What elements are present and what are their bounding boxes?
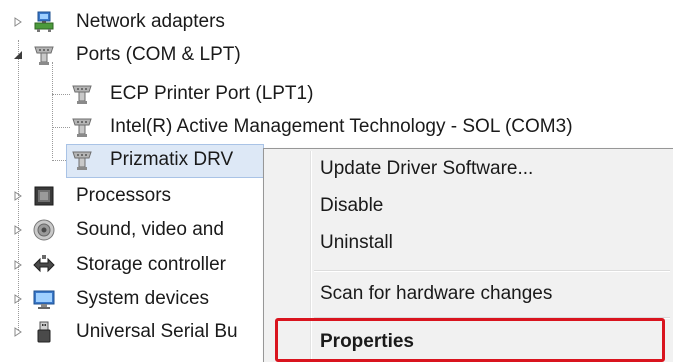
menu-item-scan-for-hardware-changes[interactable]: Scan for hardware changes: [266, 275, 672, 313]
tree-item-usb-controllers[interactable]: Universal Serial Bu: [0, 316, 263, 348]
network-adapter-icon: [32, 10, 56, 34]
expand-arrow-icon[interactable]: [12, 325, 24, 339]
sound-icon: [32, 218, 56, 242]
port-icon: [70, 148, 94, 172]
expand-arrow-icon[interactable]: [12, 189, 24, 203]
tree-item-ports[interactable]: Ports (COM & LPT): [0, 39, 300, 71]
tree-item-system-devices[interactable]: System devices: [0, 283, 263, 315]
tree-item-label: Prizmatix DRV: [110, 149, 234, 170]
tree-item-label: Ports (COM & LPT): [76, 44, 241, 65]
tree-item-label: Intel(R) Active Management Technology - …: [110, 116, 573, 137]
menu-item-update-driver-software[interactable]: Update Driver Software...: [266, 150, 672, 188]
menu-item-label: Update Driver Software...: [320, 158, 534, 179]
menu-item-label: Disable: [320, 195, 384, 216]
tree-item-processors[interactable]: Processors: [0, 180, 263, 212]
menu-item-uninstall[interactable]: Uninstall: [266, 224, 672, 262]
tree-connector-line: [52, 62, 53, 158]
system-devices-icon: [32, 287, 56, 311]
tree-item-label: Storage controller: [76, 254, 226, 275]
tree-item-label: Sound, video and: [76, 219, 224, 240]
storage-controller-icon: [32, 253, 56, 277]
usb-icon: [32, 320, 56, 344]
expand-arrow-icon[interactable]: [12, 15, 24, 29]
tree-item-label: Network adapters: [76, 11, 225, 32]
menu-item-disable[interactable]: Disable: [266, 187, 672, 225]
expand-arrow-icon[interactable]: [12, 292, 24, 306]
port-icon: [70, 82, 94, 106]
tree-item-network-adapters[interactable]: Network adapters: [0, 6, 300, 38]
collapse-arrow-icon[interactable]: [12, 48, 24, 62]
properties-highlight-outline: [275, 318, 665, 362]
tree-item-storage-controllers[interactable]: Storage controller: [0, 249, 263, 281]
menu-item-label: Scan for hardware changes: [320, 283, 553, 304]
tree-item-label: System devices: [76, 288, 210, 309]
expand-arrow-icon[interactable]: [12, 258, 24, 272]
expand-arrow-icon[interactable]: [12, 223, 24, 237]
device-manager-view: Network adapters Ports (COM & LPT) ECP P…: [0, 0, 673, 362]
menu-separator: [314, 270, 670, 272]
tree-item-label: Universal Serial Bu: [76, 321, 238, 342]
menu-item-label: Uninstall: [320, 232, 393, 253]
processor-icon: [32, 184, 56, 208]
tree-item-label: ECP Printer Port (LPT1): [110, 83, 314, 104]
port-icon: [70, 115, 94, 139]
tree-item-label: Processors: [76, 185, 172, 206]
tree-item-ecp-printer-port[interactable]: ECP Printer Port (LPT1): [60, 78, 360, 110]
tree-item-intel-amt-sol[interactable]: Intel(R) Active Management Technology - …: [60, 111, 673, 143]
tree-item-prizmatix-drv[interactable]: Prizmatix DRV: [60, 144, 264, 176]
tree-item-sound-video[interactable]: Sound, video and: [0, 214, 263, 246]
port-icon: [32, 43, 56, 67]
